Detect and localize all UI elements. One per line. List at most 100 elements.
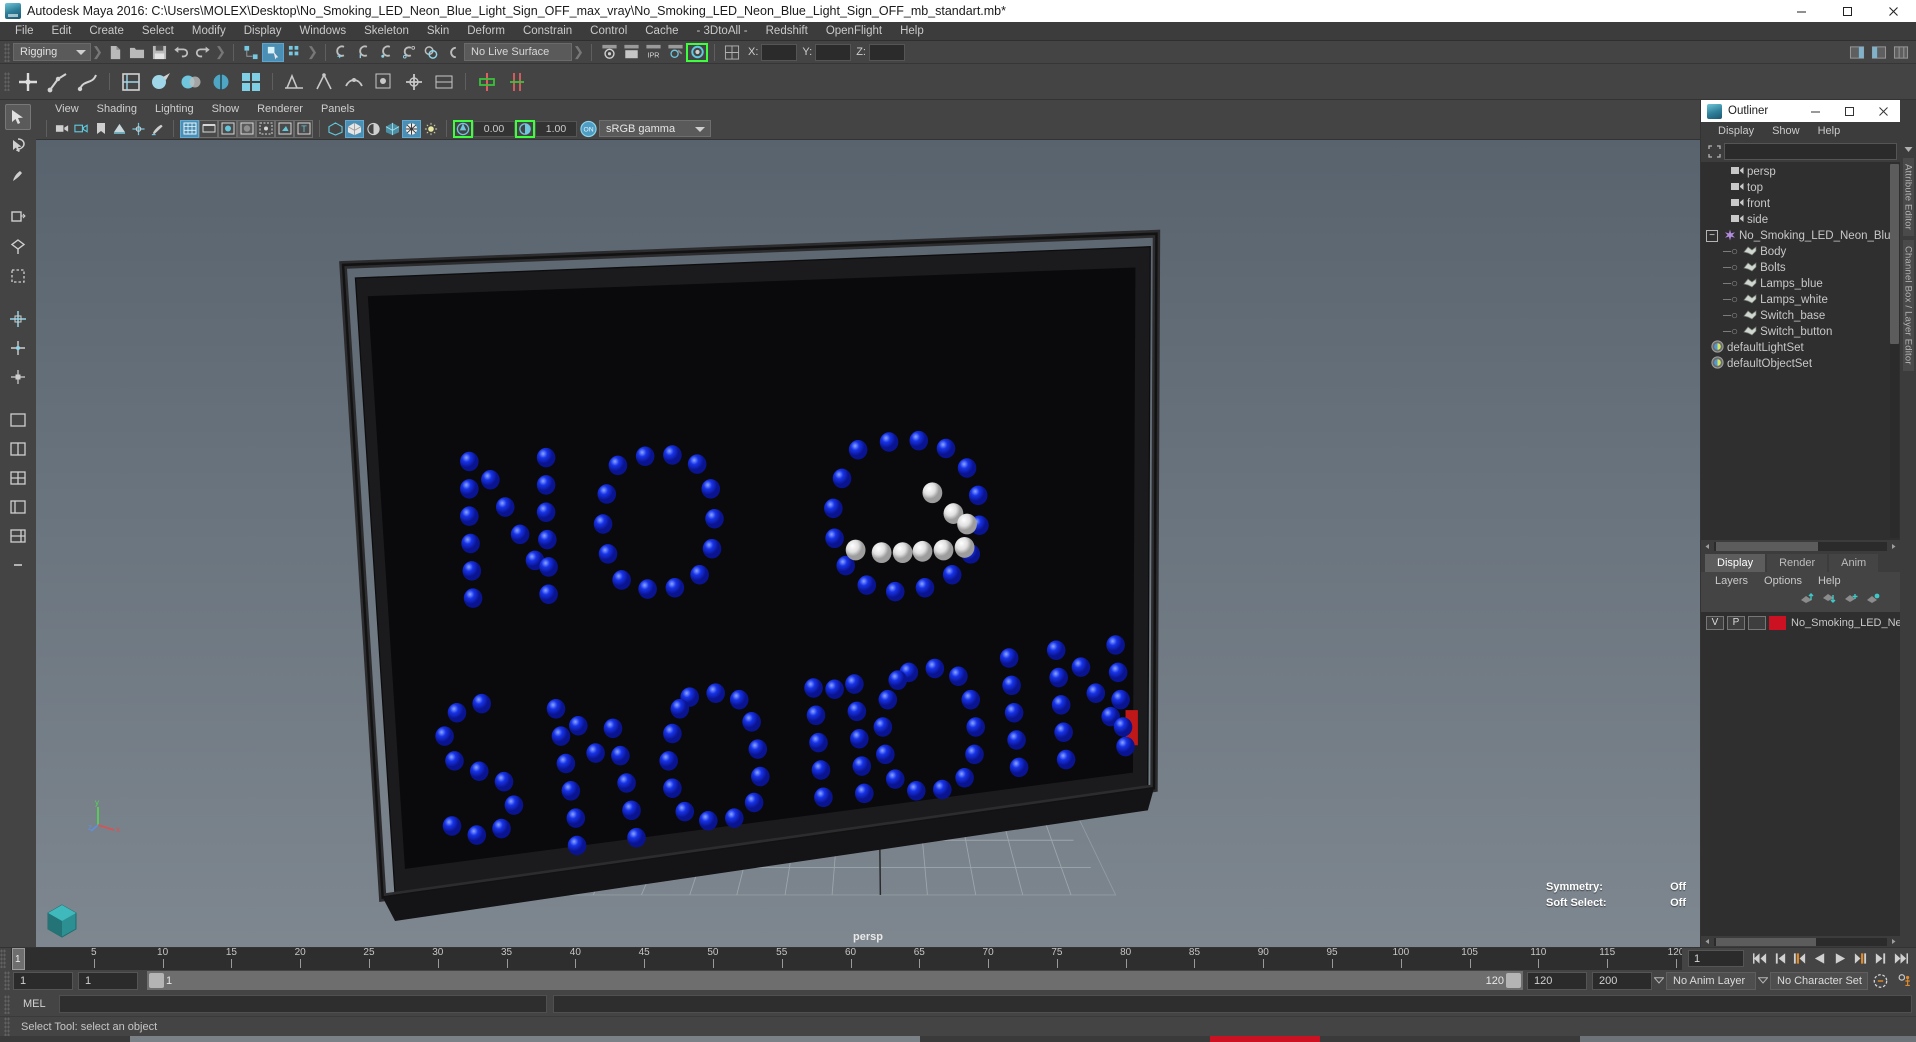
snap-translate-button[interactable] — [5, 335, 31, 361]
camera-attributes-icon[interactable] — [72, 120, 91, 138]
range-start-handle[interactable] — [149, 973, 164, 988]
layer-row[interactable]: V P No_Smoking_LED_Neo — [1701, 614, 1900, 631]
tab-anim[interactable]: Anim — [1829, 554, 1879, 572]
scrollbar-thumb[interactable] — [1716, 937, 1816, 946]
smooth-bind-icon[interactable] — [176, 67, 206, 97]
snap-to-curve-icon[interactable] — [354, 43, 376, 62]
range-end-handle[interactable] — [1506, 973, 1521, 988]
render-view-icon[interactable] — [686, 42, 708, 62]
viewport-menu-show[interactable]: Show — [203, 103, 249, 115]
time-slider[interactable]: 1 5 10 15 20 25 30 35 40 45 50 55 60 65 70 75 80 85 90 95 1… — [0, 947, 1916, 970]
wrap-deformer-icon[interactable] — [429, 67, 459, 97]
anim-layer-chevron-icon[interactable] — [1652, 972, 1666, 990]
paint-selection-tool-button[interactable] — [5, 162, 31, 188]
cluster-deformer-icon[interactable] — [339, 67, 369, 97]
layer-menu-options[interactable]: Options — [1756, 575, 1810, 587]
animation-preferences-icon[interactable] — [1892, 973, 1916, 989]
toggle-film-gate-icon[interactable] — [199, 119, 218, 138]
go-to-end-button[interactable] — [1890, 949, 1910, 968]
color-management-toggle-icon[interactable]: ON — [577, 120, 599, 138]
layout-two-pane-button[interactable] — [5, 436, 31, 462]
menu-item-modify[interactable]: Modify — [183, 22, 235, 41]
outliner-menu-bar[interactable]: Display Show Help — [1701, 122, 1900, 140]
move-layer-down-icon[interactable] — [1822, 592, 1836, 610]
display-layer-list[interactable]: V P No_Smoking_LED_Neo — [1701, 612, 1900, 936]
layer-playback-toggle[interactable]: P — [1727, 615, 1745, 630]
shelf-grip[interactable] — [4, 72, 10, 91]
toggle-gate-mask-icon[interactable] — [237, 119, 256, 138]
command-language-label[interactable]: MEL — [13, 998, 59, 1010]
move-layer-up-icon[interactable] — [1800, 592, 1814, 610]
two-d-pan-zoom-icon[interactable] — [129, 120, 148, 138]
y-coordinate-input[interactable] — [815, 43, 852, 61]
playback-start-time-field[interactable]: 1 — [78, 971, 138, 990]
layer-menu-help[interactable]: Help — [1810, 575, 1849, 587]
render-settings-icon[interactable] — [664, 43, 686, 62]
scrollbar-track[interactable] — [1714, 541, 1887, 551]
toggle-texture-icon[interactable]: T — [294, 119, 313, 138]
toggle-field-chart-icon[interactable] — [721, 43, 743, 62]
ik-handle-tool-icon[interactable] — [43, 67, 73, 97]
outliner-item-bolts[interactable]: ─○ Bolts — [1701, 260, 1900, 276]
menu-item-create[interactable]: Create — [80, 22, 133, 41]
show-attribute-editor-icon[interactable] — [1846, 43, 1868, 62]
select-by-hierarchy-icon[interactable] — [240, 43, 262, 62]
play-backwards-button[interactable] — [1810, 949, 1830, 968]
tab-attribute-editor[interactable]: Attribute Editor — [1902, 158, 1914, 237]
redo-render-icon[interactable] — [620, 43, 642, 62]
outliner-item-default-light-set[interactable]: defaultLightSet — [1701, 340, 1900, 356]
step-forward-keyframe-button[interactable] — [1870, 949, 1890, 968]
viewport-menu-panels[interactable]: Panels — [312, 103, 364, 115]
menu-item-skin[interactable]: Skin — [418, 22, 458, 41]
live-surface-field[interactable]: No Live Surface — [464, 43, 572, 61]
outliner-item-body[interactable]: ─○ Body — [1701, 244, 1900, 260]
outliner-horizontal-scrollbar[interactable] — [1701, 540, 1900, 552]
lattice-deformer-icon[interactable] — [309, 67, 339, 97]
step-back-frame-button[interactable] — [1790, 949, 1810, 968]
exposure-icon[interactable] — [453, 119, 473, 138]
command-line-grip[interactable] — [4, 994, 10, 1014]
toggle-resolution-gate-icon[interactable] — [218, 119, 237, 138]
viewport-menu-bar[interactable]: View Shading Lighting Show Renderer Pane… — [36, 100, 1700, 118]
select-by-component-icon[interactable] — [284, 43, 306, 62]
command-input-field[interactable] — [59, 995, 547, 1013]
select-by-object-icon[interactable] — [262, 42, 284, 62]
scroll-left-icon[interactable] — [1703, 937, 1712, 946]
scrollbar-track[interactable] — [1714, 937, 1887, 946]
layer-editor-tabs[interactable]: Display Render Anim — [1701, 552, 1900, 572]
menu-item-display[interactable]: Display — [235, 22, 291, 41]
soft-modification-icon[interactable] — [369, 67, 399, 97]
scroll-right-icon[interactable] — [1889, 937, 1898, 946]
outliner-item-side[interactable]: side — [1701, 212, 1900, 228]
add-new-layer-icon[interactable] — [1844, 592, 1858, 610]
joint-tool-icon[interactable] — [13, 67, 43, 97]
outliner-close-button[interactable] — [1866, 100, 1900, 122]
layer-color-swatch[interactable] — [1769, 615, 1786, 630]
nonlinear-deformer-icon[interactable] — [399, 67, 429, 97]
step-forward-frame-button[interactable] — [1850, 949, 1870, 968]
auto-keyframe-icon[interactable] — [1868, 973, 1892, 989]
toolbar-grip[interactable] — [4, 42, 10, 62]
outliner-minimize-button[interactable] — [1798, 100, 1832, 122]
range-slider-bar[interactable]: 1 120 — [147, 971, 1523, 990]
outliner-item-top[interactable]: top — [1701, 180, 1900, 196]
menu-item-select[interactable]: Select — [133, 22, 183, 41]
animation-start-time-field[interactable]: 1 — [13, 971, 73, 990]
frame-selection-icon[interactable] — [1704, 143, 1724, 160]
show-tool-settings-icon[interactable] — [1868, 43, 1890, 62]
scroll-right-icon[interactable] — [1889, 542, 1898, 551]
shaded-wireframe-icon[interactable] — [364, 120, 383, 138]
help-line-grip[interactable] — [4, 1017, 10, 1036]
animation-end-time-field[interactable]: 200 — [1592, 971, 1652, 990]
snap-to-view-plane-icon[interactable] — [420, 43, 442, 62]
layer-visibility-toggle[interactable]: V — [1706, 615, 1724, 630]
perspective-viewport[interactable]: y x z Symmetry: Off Soft Select: Off per… — [36, 140, 1700, 947]
layout-single-button[interactable] — [5, 407, 31, 433]
menu-item-constrain[interactable]: Constrain — [514, 22, 581, 41]
layout-four-pane-button[interactable] — [5, 465, 31, 491]
menu-item-windows[interactable]: Windows — [290, 22, 355, 41]
outliner-search-input[interactable] — [1724, 142, 1897, 160]
scrollbar-thumb[interactable] — [1716, 541, 1818, 551]
bookmark-icon[interactable] — [91, 120, 110, 138]
new-scene-icon[interactable] — [104, 43, 126, 62]
